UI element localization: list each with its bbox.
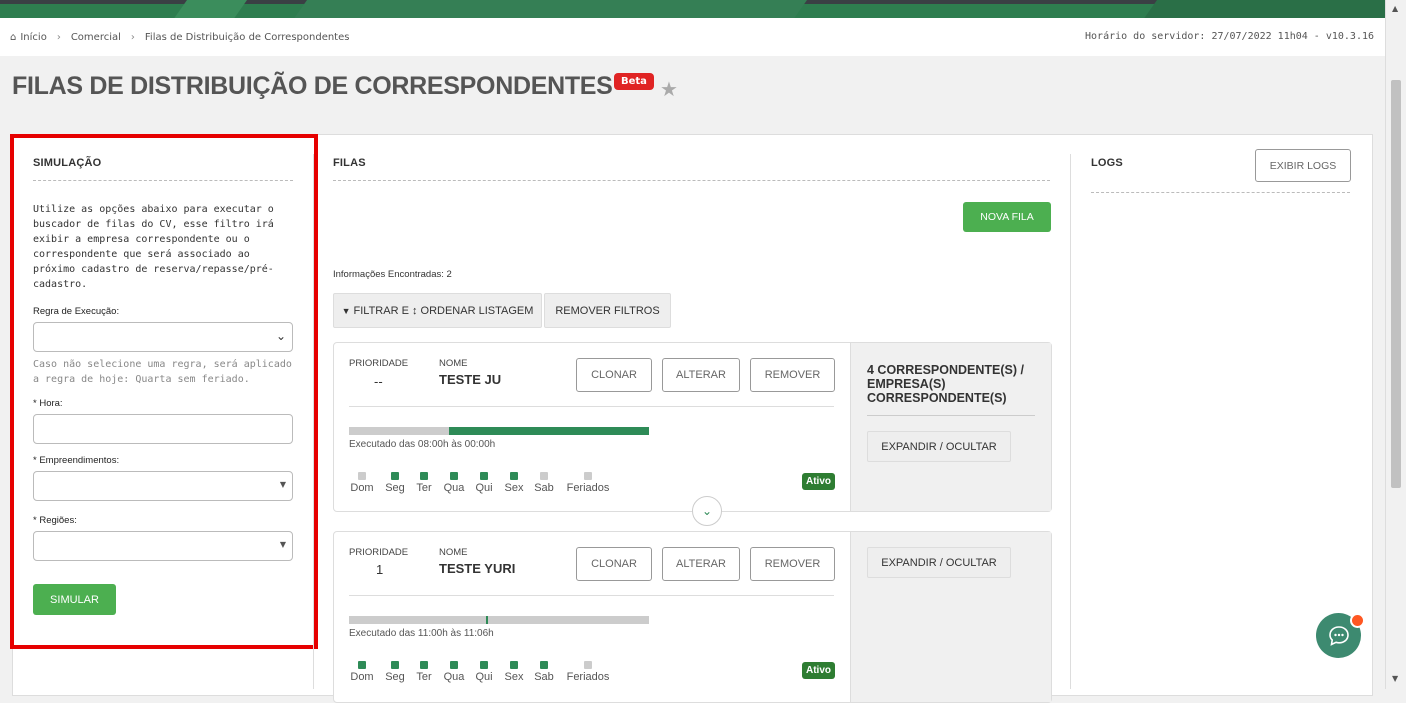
- day-label: Seg: [385, 671, 405, 683]
- day-dot: [358, 472, 366, 480]
- clone-button[interactable]: CLONAR: [576, 358, 652, 392]
- divider: [349, 595, 834, 596]
- remove-button[interactable]: REMOVER: [750, 547, 835, 581]
- info-found-count: Informações Encontradas: 2: [333, 269, 452, 280]
- expand-collapse-button[interactable]: EXPANDIR / OCULTAR: [867, 431, 1011, 462]
- column-divider: [1070, 154, 1071, 689]
- breadcrumb-current: Filas de Distribuição de Correspondentes: [144, 32, 350, 43]
- clone-button[interactable]: CLONAR: [576, 547, 652, 581]
- priority-value: 1: [376, 562, 384, 577]
- queue-card-side: 4 CORRESPONDENTE(S) / EMPRESA(S) CORRESP…: [850, 343, 1051, 511]
- priority-label: PRIORIDADE: [349, 358, 409, 369]
- day-dot: [450, 472, 458, 480]
- status-badge: Ativo: [802, 473, 835, 490]
- day-label: Ter: [416, 482, 432, 494]
- day-label: Feriados: [566, 671, 610, 683]
- day-label: Sab: [534, 482, 554, 494]
- scroll-up-icon[interactable]: ▲: [1392, 4, 1398, 13]
- remove-button[interactable]: REMOVER: [750, 358, 835, 392]
- name-label: NOME: [439, 547, 468, 558]
- divider: [867, 415, 1035, 416]
- remove-filters-button[interactable]: REMOVER FILTROS: [544, 293, 671, 328]
- divider: [349, 406, 834, 407]
- queue-card: EXPANDIR / OCULTAR PRIORIDADE 1 NOME TES…: [333, 531, 1052, 703]
- priority-label: PRIORIDADE: [349, 547, 409, 558]
- breadcrumb-commercial[interactable]: Comercial: [71, 32, 121, 43]
- home-icon: ⌂: [10, 32, 17, 43]
- day-label: Sex: [504, 482, 524, 494]
- chat-icon: [1328, 625, 1349, 646]
- day-dot: [584, 661, 592, 669]
- divider: [333, 180, 1050, 181]
- day-label: Ter: [416, 671, 432, 683]
- day-dot: [391, 472, 399, 480]
- execution-time: Executado das 11:00h às 11:06h: [349, 628, 494, 639]
- queue-name: TESTE YURI: [439, 561, 516, 576]
- day-dot: [480, 472, 488, 480]
- day-label: Qui: [475, 482, 493, 494]
- day-dot: [480, 661, 488, 669]
- server-time: Horário do servidor: 27/07/2022 11h04 - …: [1085, 31, 1374, 42]
- name-label: NOME: [439, 358, 468, 369]
- chevron-right-icon: ›: [130, 32, 135, 43]
- queues-heading: FILAS: [333, 157, 366, 169]
- day-label: Feriados: [566, 482, 610, 494]
- day-label: Qua: [443, 671, 465, 683]
- queue-card: 4 CORRESPONDENTE(S) / EMPRESA(S) CORRESP…: [333, 342, 1052, 526]
- expand-collapse-button[interactable]: EXPANDIR / OCULTAR: [867, 547, 1011, 578]
- highlight-box: [10, 134, 318, 649]
- breadcrumb: ⌂ Início › Comercial › Filas de Distribu…: [0, 18, 1386, 56]
- day-dot: [450, 661, 458, 669]
- filter-order-button[interactable]: ▼ FILTRAR E ↕ ORDENAR LISTAGEM: [333, 293, 542, 328]
- schedule-bar: [349, 616, 649, 624]
- scroll-down-icon[interactable]: ▼: [1392, 674, 1398, 683]
- day-label: Sex: [504, 671, 524, 683]
- notification-dot: [1350, 613, 1365, 628]
- chevron-down-icon[interactable]: ⌄: [692, 496, 722, 526]
- status-badge: Ativo: [802, 662, 835, 679]
- beta-badge: Beta: [614, 73, 654, 90]
- correspondents-count: 4 CORRESPONDENTE(S) / EMPRESA(S) CORRESP…: [867, 363, 1024, 405]
- day-dot: [510, 472, 518, 480]
- top-banner: [0, 0, 1386, 18]
- page-title: FILAS DE DISTRIBUIÇÃO DE CORRESPONDENTES: [12, 72, 613, 100]
- day-dot: [420, 472, 428, 480]
- edit-button[interactable]: ALTERAR: [662, 358, 740, 392]
- day-dot: [420, 661, 428, 669]
- day-label: Seg: [385, 482, 405, 494]
- schedule-bar-fill: [449, 427, 649, 435]
- column-divider: [313, 154, 314, 689]
- day-label: Qui: [475, 671, 493, 683]
- new-queue-button[interactable]: NOVA FILA: [963, 202, 1051, 232]
- divider: [1091, 192, 1350, 193]
- day-dot: [391, 661, 399, 669]
- day-dot: [540, 472, 548, 480]
- day-label: Dom: [350, 482, 374, 494]
- show-logs-button[interactable]: EXIBIR LOGS: [1255, 149, 1351, 182]
- day-dot: [540, 661, 548, 669]
- queue-name: TESTE JU: [439, 372, 502, 387]
- breadcrumb-home[interactable]: Início: [20, 32, 46, 43]
- execution-time: Executado das 08:00h às 00:00h: [349, 439, 496, 450]
- day-dot: [584, 472, 592, 480]
- scrollbar[interactable]: ▲ ▼: [1385, 0, 1406, 689]
- scrollbar-thumb[interactable]: [1391, 80, 1401, 488]
- schedule-bar-fill: [486, 616, 488, 624]
- filter-icon: ▼: [341, 305, 351, 316]
- chevron-right-icon: ›: [56, 32, 61, 43]
- edit-button[interactable]: ALTERAR: [662, 547, 740, 581]
- day-dot: [510, 661, 518, 669]
- day-label: Qua: [443, 482, 465, 494]
- day-label: Dom: [350, 671, 374, 683]
- queue-card-side: EXPANDIR / OCULTAR: [850, 532, 1051, 702]
- favorite-star-icon[interactable]: ★: [660, 77, 678, 101]
- logs-heading: LOGS: [1091, 157, 1123, 169]
- day-label: Sab: [534, 671, 554, 683]
- priority-value: --: [374, 374, 383, 389]
- day-dot: [358, 661, 366, 669]
